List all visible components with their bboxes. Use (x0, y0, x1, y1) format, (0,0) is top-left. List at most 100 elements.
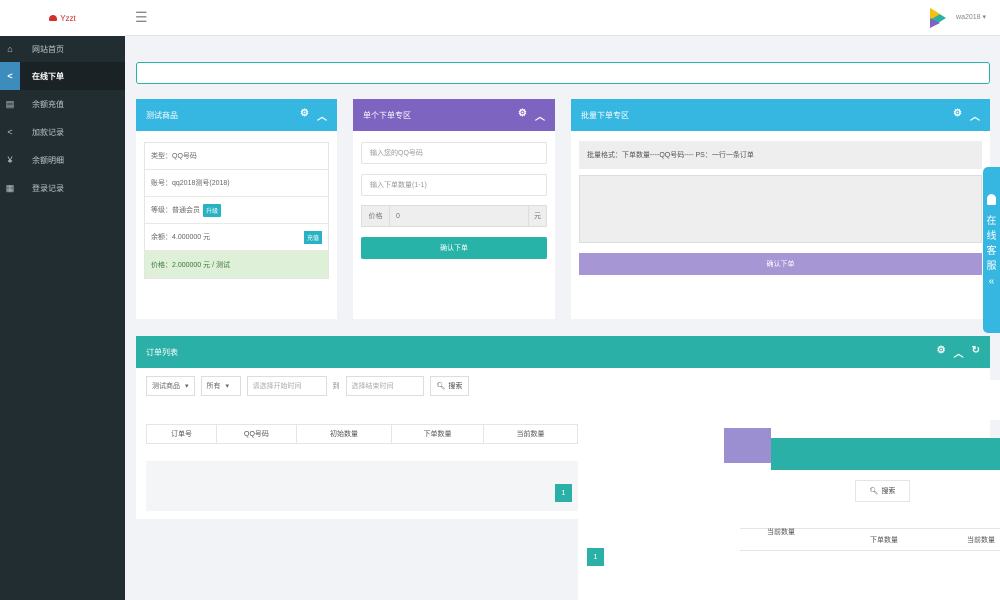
sidebar-item-label: 登录记录 (32, 183, 64, 193)
sidebar-item-label: 在线下单 (32, 71, 64, 81)
service-char: 客 (986, 246, 997, 257)
wallet-icon: ▤ (5, 98, 15, 109)
sidebar-item-balance-details[interactable]: ¥ 余额明细 (0, 146, 125, 174)
sidebar-item-recharge[interactable]: ▤ 余额充值 (0, 90, 125, 118)
column-header[interactable]: 当前数量 (483, 425, 578, 443)
logo-text: Yzzt (60, 13, 76, 23)
list-icon: ▦ (5, 182, 15, 193)
caret-down-icon: ▾ (225, 383, 230, 390)
list-item: 余额：4.000000 元 充值 (145, 224, 328, 251)
notice-bar (136, 62, 990, 84)
column-header: 当前数量 (767, 529, 795, 536)
logo[interactable]: Yzzt (0, 0, 125, 36)
render-artifact (724, 428, 771, 463)
render-artifact (578, 420, 726, 600)
pager-button[interactable]: 1 (587, 548, 604, 566)
sidebar-item-order[interactable]: < 在线下单 (0, 62, 125, 90)
sidebar-item-funding-records[interactable]: < 加款记录 (0, 118, 125, 146)
single-order-panel: 单个下单专区 ⚙ ︿ 输入您的QQ号码 输入下单数量(1-1) 价格 0 元 确认… (353, 99, 555, 319)
start-date-input[interactable]: 请选择开始时间 (246, 376, 327, 396)
search-icon: 🔍︎ (436, 383, 446, 390)
column-header[interactable]: 订单号 (146, 425, 216, 443)
type-text: 类型：QQ号码 (151, 153, 197, 160)
sidebar-item-home[interactable]: ⌂ 网站首页 (0, 36, 125, 62)
sidebar-item-label: 余额充值 (32, 99, 64, 109)
search-button[interactable]: 🔍︎ 搜索 (855, 480, 910, 502)
batch-order-panel: 批量下单专区 ⚙ ︿ 批量格式：下单数量----QQ号码---- PS：一行一条订… (571, 99, 990, 319)
batch-format-hint: 批量格式：下单数量----QQ号码---- PS：一行一条订单 (579, 141, 982, 169)
column-header[interactable]: QQ号码 (216, 425, 296, 443)
product-panel: 测试商品 ⚙ ︿ 类型：QQ号码 账号：qq2018测号(2018) 等级：普通会… (136, 99, 337, 319)
service-char: 线 (986, 231, 997, 242)
user-menu[interactable]: wa2018 ▾ (956, 13, 986, 21)
pager-button[interactable]: 1 (555, 484, 572, 502)
panel-header: 单个下单专区 ⚙ ︿ (353, 99, 555, 131)
chevron-up-icon[interactable]: ︿ (970, 108, 980, 123)
column-header[interactable]: 初始数量 (296, 425, 391, 443)
share-icon: < (0, 62, 20, 90)
double-chevron-left-icon: « (988, 276, 995, 287)
gear-icon[interactable]: ⚙ (518, 108, 527, 123)
confirm-order-button[interactable]: 确认下单 (361, 237, 547, 259)
price-unit: 元 (528, 206, 546, 226)
online-service-tab[interactable]: 在 线 客 服 « (983, 167, 1000, 333)
batch-textarea[interactable] (579, 175, 982, 243)
account-text: 账号：qq2018测号(2018) (151, 180, 230, 187)
date-separator: 到 (332, 383, 340, 390)
price-label: 价格 (362, 206, 390, 226)
product-select[interactable]: 测试商品 ▾ (146, 376, 195, 396)
caret-down-icon: ▾ (185, 383, 189, 390)
sidebar-item-label: 网站首页 (32, 44, 64, 54)
sidebar-item-login-records[interactable]: ▦ 登录记录 (0, 174, 125, 202)
gear-icon[interactable]: ⚙ (300, 108, 309, 123)
render-artifact (578, 380, 1000, 420)
order-filters: 测试商品 ▾ 所有 ▾ 请选择开始时间 到 选择结束时间 🔍︎ 搜索 (146, 376, 470, 396)
qq-input[interactable]: 输入您的QQ号码 (361, 142, 547, 164)
sidebar: Yzzt ⌂ 网站首页 < 在线下单 ▤ 余额充值 < 加款记录 ¥ 余额明细 … (0, 0, 125, 600)
chevron-up-icon[interactable]: ︿ (954, 345, 964, 360)
avatar[interactable] (926, 6, 948, 30)
panel-header: 批量下单专区 ⚙ ︿ (571, 99, 990, 131)
gear-icon[interactable]: ⚙ (937, 345, 946, 360)
column-header: 下单数量 (870, 537, 898, 544)
balance-text: 余额：4.000000 元 (151, 234, 211, 241)
list-item: 价格：2.000000 元 / 测试 (145, 251, 328, 278)
product-info-list: 类型：QQ号码 账号：qq2018测号(2018) 等级：普通会员 升级 余额：… (144, 142, 329, 279)
order-table-header: 订单号 QQ号码 初始数量 下单数量 当前数量 (146, 424, 578, 444)
column-header[interactable]: 下单数量 (391, 425, 483, 443)
sidebar-item-label: 余额明细 (32, 155, 64, 165)
top-bar: ☰ wa2018 ▾ (125, 0, 1000, 36)
panel-title: 批量下单专区 (581, 110, 629, 120)
chevron-up-icon[interactable]: ︿ (535, 108, 545, 123)
yen-icon: ¥ (7, 155, 13, 165)
price-value: 0 (390, 206, 528, 226)
select-value: 所有 (206, 383, 221, 390)
service-char: 在 (986, 216, 997, 227)
search-button[interactable]: 🔍︎ 搜索 (429, 376, 470, 396)
end-date-input[interactable]: 选择结束时间 (345, 376, 424, 396)
refresh-icon[interactable]: ↻ (972, 345, 980, 360)
price-text: 价格：2.000000 元 / 测试 (151, 261, 230, 269)
menu-toggle-icon[interactable]: ☰ (135, 10, 148, 24)
order-table-body (146, 461, 586, 511)
quantity-input[interactable]: 输入下单数量(1-1) (361, 174, 547, 196)
chat-icon (987, 194, 996, 205)
search-label: 搜索 (881, 488, 896, 495)
list-item: 等级：普通会员 升级 (145, 197, 328, 224)
batch-confirm-button[interactable]: 确认下单 (579, 253, 982, 275)
upgrade-button[interactable]: 升级 (203, 203, 222, 217)
gear-icon[interactable]: ⚙ (953, 108, 962, 123)
panel-title: 订单列表 (146, 347, 178, 357)
recharge-button[interactable]: 充值 (303, 231, 322, 244)
home-icon: ⌂ (7, 44, 13, 54)
chevron-up-icon[interactable]: ︿ (317, 108, 327, 123)
render-artifact (771, 438, 1000, 470)
select-value: 测试商品 (152, 383, 180, 390)
service-char: 服 (986, 261, 997, 272)
status-select[interactable]: 所有 ▾ (200, 376, 241, 396)
list-item: 账号：qq2018测号(2018) (145, 170, 328, 197)
panel-title: 单个下单专区 (363, 110, 411, 120)
level-text: 等级：普通会员 (151, 207, 200, 214)
sidebar-nav: ⌂ 网站首页 < 在线下单 ▤ 余额充值 < 加款记录 ¥ 余额明细 ▦ 登录记… (0, 36, 125, 202)
panel-header: 测试商品 ⚙ ︿ (136, 99, 337, 131)
